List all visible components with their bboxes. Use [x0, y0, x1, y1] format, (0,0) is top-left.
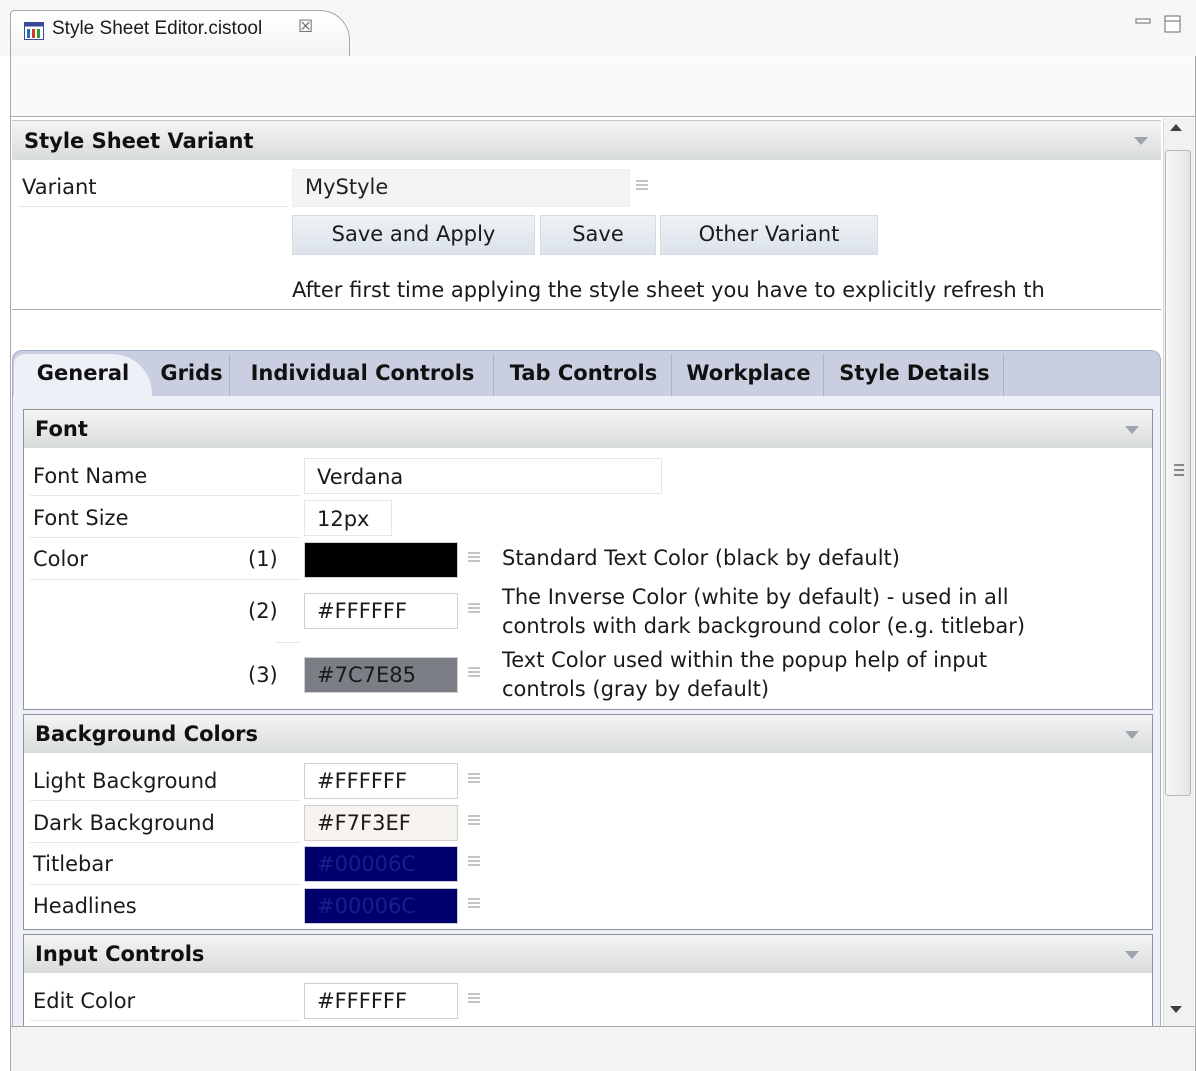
chevron-down-icon[interactable]	[1125, 426, 1139, 434]
row-divider	[30, 800, 300, 801]
chevron-down-icon[interactable]	[1125, 731, 1139, 739]
background-colors-header[interactable]: Background Colors	[24, 715, 1152, 753]
edit-color-field[interactable]: #FFFFFF	[304, 983, 458, 1019]
row-divider	[30, 884, 300, 885]
font-size-field[interactable]: 12px	[304, 500, 392, 536]
text-color-field[interactable]	[304, 542, 458, 578]
other-variant-button[interactable]: Other Variant	[660, 215, 878, 255]
maximize-icon[interactable]	[1163, 14, 1183, 34]
editor-tab-title: Style Sheet Editor.cistool	[52, 18, 263, 39]
value-help-icon[interactable]	[468, 854, 480, 872]
tab-grids[interactable]: Grids	[154, 354, 230, 396]
row-divider	[275, 642, 300, 643]
tab-general[interactable]: General	[14, 354, 152, 396]
color-index-1: (1)	[248, 547, 278, 571]
save-and-apply-button[interactable]: Save and Apply	[292, 215, 535, 255]
value-help-icon[interactable]	[468, 771, 480, 789]
value-help-icon[interactable]	[468, 896, 480, 914]
scroll-up-arrow-icon[interactable]	[1170, 124, 1182, 131]
variant-section-header[interactable]: Style Sheet Variant	[12, 120, 1161, 160]
color-2-description-line2: controls with dark background color (e.g…	[502, 614, 1026, 638]
value-help-icon[interactable]	[468, 665, 480, 683]
tab-tab-controls[interactable]: Tab Controls	[496, 354, 672, 396]
font-name-field[interactable]: Verdana	[304, 458, 662, 494]
variant-label: Variant	[22, 175, 97, 199]
font-group-header[interactable]: Font	[24, 410, 1152, 448]
row-divider	[30, 579, 300, 580]
value-help-icon[interactable]	[468, 601, 480, 619]
row-divider	[30, 1020, 300, 1021]
row-divider	[18, 206, 288, 207]
tab-style-details[interactable]: Style Details	[826, 354, 1004, 396]
light-background-field[interactable]: #FFFFFF	[304, 763, 458, 799]
input-controls-header[interactable]: Input Controls	[24, 935, 1152, 973]
color-label: Color	[33, 547, 88, 571]
row-divider	[30, 495, 300, 496]
color-2-description-line1: The Inverse Color (white by default) - u…	[502, 585, 1009, 609]
titlebar-label: Titlebar	[33, 852, 113, 876]
value-help-icon[interactable]	[636, 178, 648, 196]
headlines-label: Headlines	[33, 894, 137, 918]
value-help-icon[interactable]	[468, 991, 480, 1009]
titlebar-color-field[interactable]: #00006C	[304, 846, 458, 882]
refresh-hint-text: After first time applying the style shee…	[292, 278, 1045, 302]
font-size-label: Font Size	[33, 506, 129, 530]
chevron-down-icon[interactable]	[1134, 137, 1148, 145]
value-help-icon[interactable]	[468, 813, 480, 831]
color-1-description: Standard Text Color (black by default)	[502, 546, 900, 570]
headlines-color-field[interactable]: #00006C	[304, 888, 458, 924]
value-help-icon[interactable]	[468, 550, 480, 568]
grip-icon	[1174, 464, 1184, 478]
inverse-color-field[interactable]: #FFFFFF	[304, 593, 458, 629]
dark-background-label: Dark Background	[33, 811, 215, 835]
chevron-down-icon[interactable]	[1125, 951, 1139, 959]
popup-help-color-field[interactable]: #7C7E85	[304, 657, 458, 693]
light-background-label: Light Background	[33, 769, 218, 793]
scroll-down-arrow-icon[interactable]	[1170, 1006, 1182, 1013]
minimize-icon[interactable]	[1134, 16, 1154, 30]
tab-individual-controls[interactable]: Individual Controls	[232, 354, 494, 396]
color-index-2: (2)	[248, 599, 278, 623]
section-divider	[12, 309, 1161, 310]
status-area	[11, 1026, 1195, 1071]
editor-toolbar-area	[11, 57, 1195, 117]
row-divider	[30, 537, 300, 538]
font-name-label: Font Name	[33, 464, 148, 488]
variant-field[interactable]: MyStyle	[292, 169, 630, 207]
color-3-description-line2: controls (gray by default)	[502, 677, 770, 701]
color-3-description-line1: Text Color used within the popup help of…	[502, 648, 988, 672]
row-divider	[30, 842, 300, 843]
save-button[interactable]: Save	[540, 215, 656, 255]
edit-color-label: Edit Color	[33, 989, 136, 1013]
tab-workplace[interactable]: Workplace	[674, 354, 824, 396]
dark-background-field[interactable]: #F7F3EF	[304, 805, 458, 841]
color-index-3: (3)	[248, 663, 278, 687]
close-icon[interactable]: ☒	[298, 17, 313, 37]
style-sheet-app-icon	[24, 22, 44, 40]
